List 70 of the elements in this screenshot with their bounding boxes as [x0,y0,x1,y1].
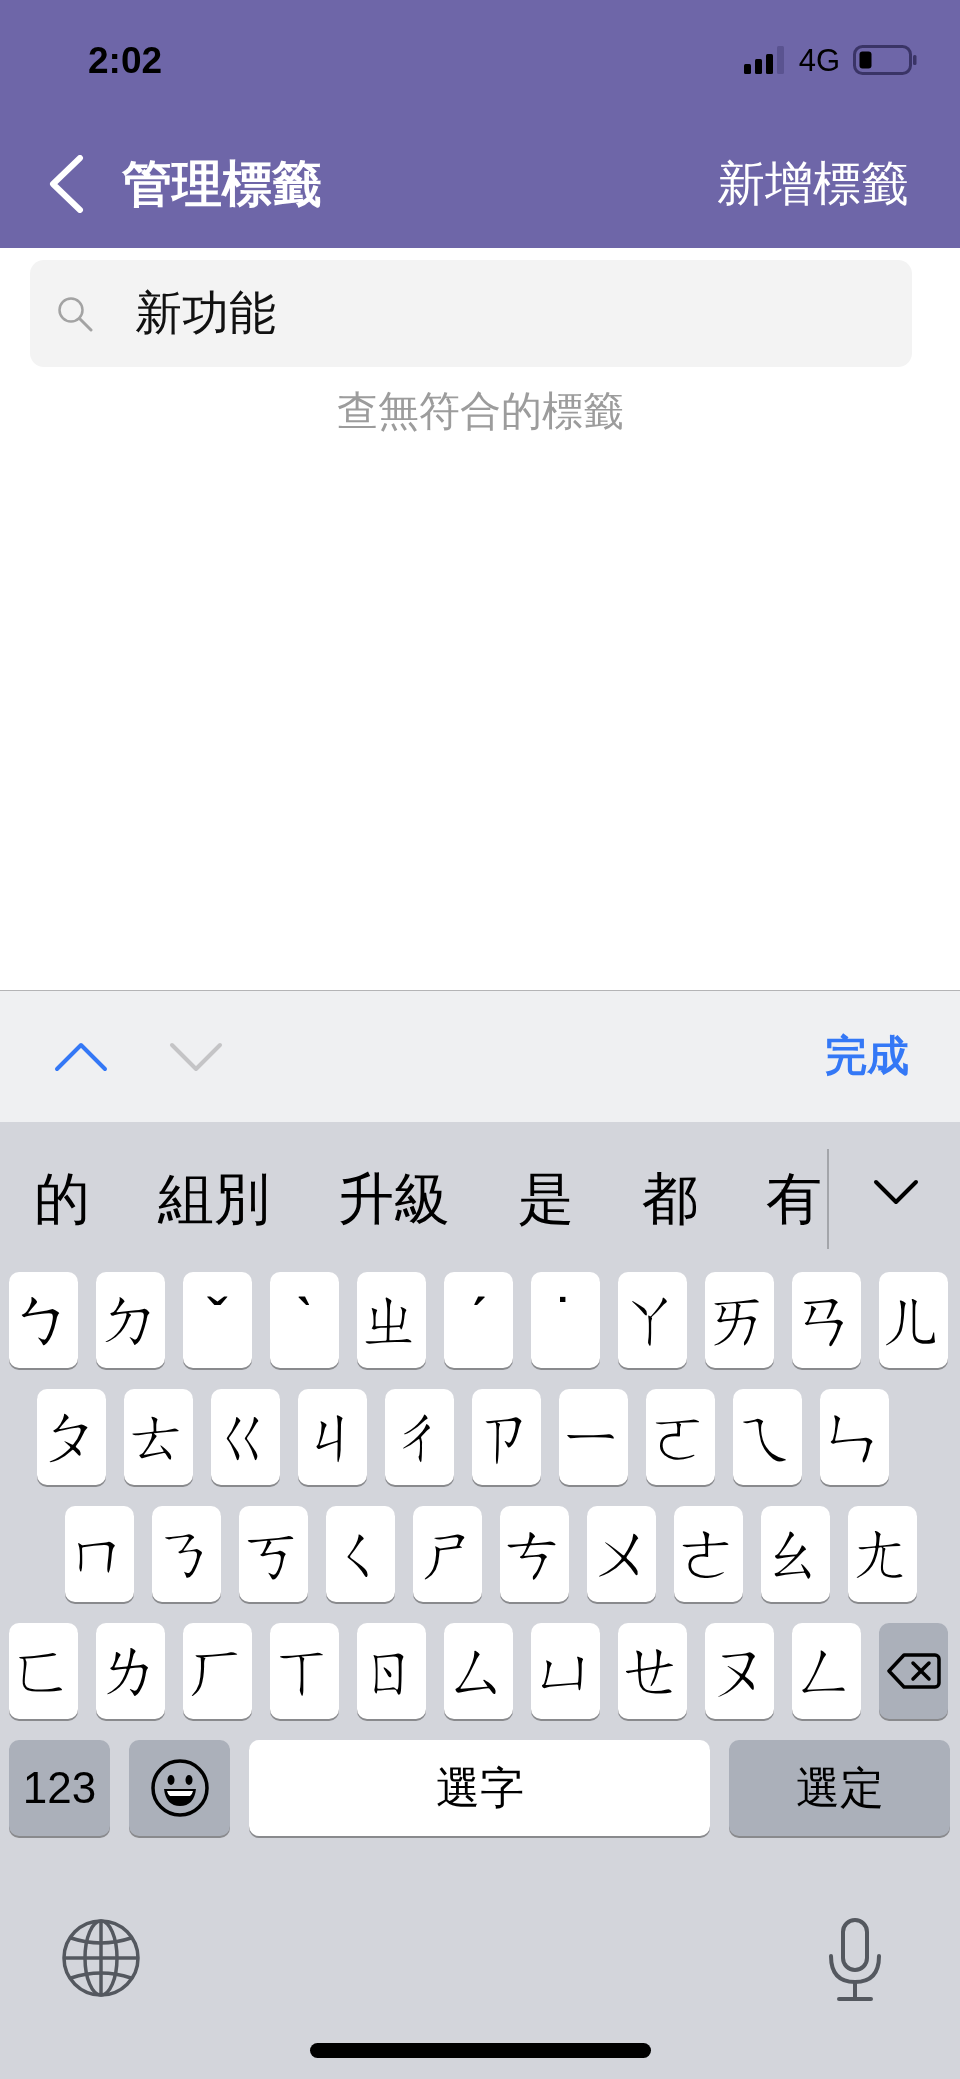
keyboard-key[interactable]: ㄦ [879,1272,948,1368]
keyboard-key[interactable]: ㄎ [239,1506,308,1602]
keyboard-key[interactable]: ㄜ [674,1506,743,1602]
microphone-icon[interactable] [827,1918,883,2002]
keyboard-key[interactable]: ㄊ [124,1389,193,1485]
add-tag-button[interactable]: 新增標籤 [717,155,909,213]
keyboard-key[interactable]: ˇ [183,1272,252,1368]
candidate-word[interactable]: 組別 [158,1166,270,1232]
keyboard-key[interactable]: ㄈ [9,1623,78,1719]
keyboard-key[interactable]: ㄝ [618,1623,687,1719]
emoji-key[interactable] [129,1740,230,1836]
keyboard-key[interactable]: ㄣ [820,1389,889,1485]
keyboard-key[interactable]: ㄘ [500,1506,569,1602]
candidate-word[interactable]: 的 [34,1166,90,1232]
keyboard-key[interactable]: ㄑ [326,1506,395,1602]
signal-icon [743,46,786,74]
confirm-key[interactable]: 選定 [729,1740,950,1836]
keyboard-key[interactable]: ㄠ [761,1506,830,1602]
keyboard-key[interactable]: ㄤ [848,1506,917,1602]
keyboard-key[interactable]: ˊ [444,1272,513,1368]
page-title: 管理標籤 [122,155,322,214]
keyboard-key[interactable]: ㄡ [705,1623,774,1719]
search-field[interactable]: 新功能 [30,260,912,367]
keyboard-key[interactable]: ㄐ [298,1389,367,1485]
smiley-icon [149,1758,210,1818]
keyboard-key[interactable]: ㄚ [618,1272,687,1368]
back-icon[interactable] [48,155,84,213]
network-label: 4G [798,44,840,76]
keyboard-key[interactable]: ㄏ [183,1623,252,1719]
search-icon [57,295,93,332]
keyboard-key[interactable]: ㄋ [152,1506,221,1602]
keyboard-key[interactable]: ˋ [270,1272,339,1368]
keyboard-key[interactable]: ㄙ [444,1623,513,1719]
status-time: 2:02 [88,41,163,79]
keyboard-key[interactable]: ㄔ [385,1389,454,1485]
candidate-word[interactable]: 升級 [338,1166,450,1232]
numbers-key[interactable]: 123 [9,1740,110,1836]
candidate-word[interactable]: 都 [642,1166,698,1232]
empty-message: 查無符合的標籤 [335,387,625,436]
candidate-word[interactable]: 有 [766,1166,822,1232]
keyboard-key[interactable]: ㄗ [472,1389,541,1485]
keyboard-key[interactable]: ㄨ [587,1506,656,1602]
keyboard-key[interactable]: ㄩ [531,1623,600,1719]
battery-icon [853,45,917,75]
keyboard-key[interactable]: ㄟ [733,1389,802,1485]
keyboard-key[interactable]: ㄇ [65,1506,134,1602]
search-input[interactable]: 新功能 [135,285,835,342]
chevron-up-icon[interactable] [54,1041,108,1072]
keyboard-key[interactable]: ㄞ [705,1272,774,1368]
keyboard-key[interactable]: ㄍ [211,1389,280,1485]
done-button[interactable]: 完成 [825,1031,909,1082]
keyboard-key[interactable]: ㄓ [357,1272,426,1368]
backspace-icon [886,1652,941,1690]
delete-key[interactable] [879,1623,948,1719]
keyboard-key[interactable]: ㄕ [413,1506,482,1602]
keyboard-key[interactable]: ㄆ [37,1389,106,1485]
keyboard-key[interactable]: ㄧ [559,1389,628,1485]
keyboard-key[interactable]: ㄅ [9,1272,78,1368]
globe-icon[interactable] [61,1918,141,1998]
candidate-word[interactable]: 是 [518,1166,574,1232]
keyboard-key[interactable]: ㄛ [646,1389,715,1485]
keyboard-key[interactable]: ㄢ [792,1272,861,1368]
keyboard-key[interactable]: ㄒ [270,1623,339,1719]
keyboard-key[interactable]: ㄉ [96,1272,165,1368]
keyboard-key[interactable]: ㄖ [357,1623,426,1719]
keyboard-key[interactable]: ㄥ [792,1623,861,1719]
space-key[interactable]: 選字 [249,1740,710,1836]
keyboard-key[interactable]: ㄌ [96,1623,165,1719]
chevron-down-icon[interactable] [873,1179,919,1205]
keyboard-key[interactable]: ˙ [531,1272,600,1368]
